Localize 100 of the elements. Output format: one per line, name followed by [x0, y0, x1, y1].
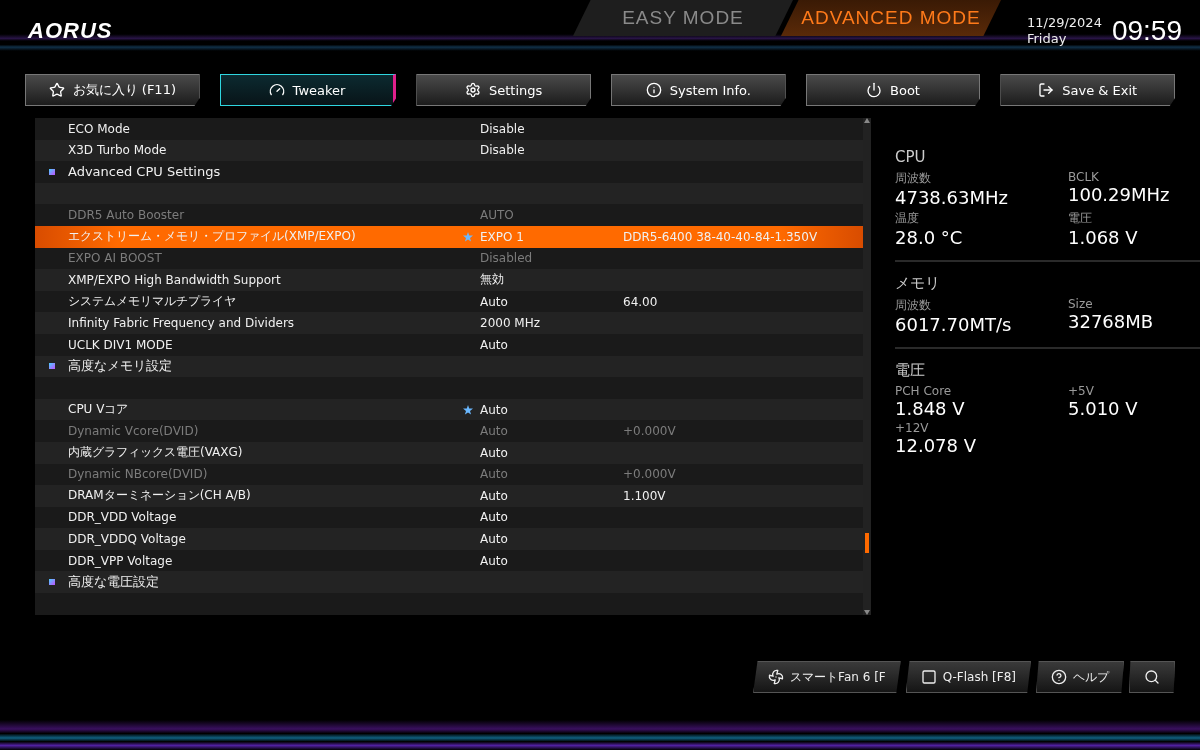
tool-button[interactable]: ヘルプ: [1036, 661, 1124, 693]
power-icon: [866, 82, 883, 98]
setting-row[interactable]: DDR_VDD Voltage Auto: [35, 506, 863, 529]
monitor-title: 電圧: [895, 361, 926, 380]
monitor-value: 1.848 V: [895, 398, 966, 419]
monitor-value: 5.010 V: [1068, 398, 1139, 419]
scroll-down-icon[interactable]: [864, 610, 870, 615]
setting-name: DRAMターミネーション(CH A/B): [68, 487, 252, 505]
date-text: 11/29/2024: [1027, 15, 1102, 31]
search-icon: [1144, 669, 1160, 685]
setting-info: +0.000V: [623, 467, 677, 482]
setting-value: Disable: [480, 121, 526, 136]
scroll-thumb[interactable]: [865, 533, 869, 553]
setting-name: 内蔵グラフィックス電圧(VAXG): [68, 444, 244, 462]
setting-row[interactable]: UCLK DIV1 MODE Auto: [35, 333, 863, 356]
tool-button[interactable]: Q-Flash [F8]: [905, 661, 1031, 693]
setting-value: EXPO 1: [480, 229, 525, 244]
nav-tab[interactable]: System Info.: [611, 74, 786, 106]
tool-button[interactable]: [1129, 661, 1175, 693]
gauge-icon: [268, 82, 285, 98]
star-icon: [48, 82, 65, 98]
setting-name: Dynamic Vcore(DVID): [68, 424, 200, 439]
square-icon: [920, 669, 937, 685]
monitor-label: 周波数: [895, 170, 932, 187]
nav-tab[interactable]: Boot: [805, 74, 981, 106]
setting-value: 無効: [480, 271, 505, 289]
monitor-value: 4738.63MHz: [895, 187, 1009, 208]
setting-value: Auto: [480, 445, 509, 460]
setting-row[interactable]: CPU Vコア Auto: [35, 398, 863, 421]
setting-name: DDR_VPP Voltage: [68, 553, 174, 568]
setting-name: システムメモリマルチプライヤ: [68, 293, 237, 311]
monitor-label: 電圧: [1068, 210, 1093, 227]
setting-row[interactable]: DRAMターミネーション(CH A/B) Auto 1.100V: [35, 485, 863, 507]
tool-button[interactable]: スマートFan 6 [F: [753, 661, 901, 693]
scroll-up-icon[interactable]: [864, 118, 870, 123]
setting-name: Infinity Fabric Frequency and Dividers: [68, 316, 296, 331]
setting-value: Auto: [480, 510, 509, 525]
setting-name: DDR5 Auto Booster: [68, 208, 186, 223]
nav-tab[interactable]: Settings: [416, 74, 591, 106]
setting-row[interactable]: ECO Mode Disable: [35, 118, 863, 140]
setting-row[interactable]: DDR_VPP Voltage Auto: [35, 549, 863, 572]
monitor-label: 周波数: [895, 297, 932, 314]
setting-value: Auto: [480, 532, 509, 547]
setting-name: CPU Vコア: [68, 401, 130, 418]
monitor-label: +12V: [895, 421, 930, 435]
setting-row[interactable]: 内蔵グラフィックス電圧(VAXG) Auto: [35, 441, 863, 464]
nav-tab[interactable]: Save & Exit: [1000, 74, 1176, 106]
setting-row[interactable]: X3D Turbo Mode Disable: [35, 139, 863, 162]
bullet-icon: [48, 363, 55, 370]
monitor-label: Size: [1068, 297, 1094, 311]
monitor-value: 6017.70MT/s: [895, 314, 1013, 335]
nav-tab[interactable]: Tweaker: [219, 74, 397, 106]
setting-name: XMP/EXPO High Bandwidth Support: [68, 272, 282, 287]
settings-icon: [465, 82, 481, 98]
monitor-value: 1.068 V: [1068, 227, 1139, 248]
monitor-label: 温度: [895, 210, 920, 227]
monitor-value: 100.29MHz: [1068, 184, 1171, 205]
mode-tab[interactable]: EASY MODE: [573, 0, 793, 36]
setting-value: Auto: [480, 553, 509, 568]
monitor-label: BCLK: [1068, 170, 1100, 184]
setting-value: Disabled: [480, 251, 534, 266]
fan-icon: [768, 669, 785, 685]
submenu-label: Advanced CPU Settings: [68, 164, 222, 180]
monitor-value: 28.0 °C: [895, 227, 964, 248]
submenu-label: 高度な電圧設定: [68, 573, 160, 592]
setting-row[interactable]: XMP/EXPO High Bandwidth Support 無効: [35, 269, 863, 291]
setting-name: エクストリーム・メモリ・プロファイル(XMP/EXPO): [68, 228, 357, 246]
setting-value: AUTO: [480, 208, 515, 223]
help-icon: [1051, 669, 1067, 685]
setting-info: 64.00: [623, 294, 659, 309]
monitor-title: メモリ: [895, 274, 941, 293]
setting-row[interactable]: DDR_VDDQ Voltage Auto: [35, 528, 863, 550]
submenu-row[interactable]: 高度なメモリ設定: [35, 355, 863, 378]
setting-value: Auto: [480, 294, 509, 309]
setting-value: Auto: [480, 337, 509, 352]
submenu-row[interactable]: 高度な電圧設定: [35, 571, 863, 594]
scrollbar[interactable]: [863, 118, 871, 615]
nav-tab[interactable]: お気に入り (F11): [25, 74, 200, 106]
mode-tab[interactable]: ADVANCED MODE: [781, 0, 1001, 36]
bullet-icon: [48, 579, 55, 586]
setting-value: Auto: [480, 488, 509, 503]
info-icon: [645, 82, 662, 98]
monitor-title: CPU: [895, 148, 927, 166]
setting-row[interactable]: システムメモリマルチプライヤ Auto 64.00: [35, 290, 863, 313]
setting-info: 1.100V: [623, 488, 667, 503]
bullet-icon: [48, 169, 55, 175]
setting-value: 2000 MHz: [480, 316, 542, 331]
monitor-value: 12.078 V: [895, 435, 978, 456]
setting-info: DDR5-6400 38-40-40-84-1.350V: [623, 229, 819, 244]
submenu-label: 高度なメモリ設定: [68, 357, 173, 376]
setting-value: Auto: [480, 467, 509, 482]
day-text: Friday: [1027, 31, 1068, 47]
setting-value: Auto: [480, 424, 509, 439]
exit-icon: [1038, 82, 1055, 98]
setting-name: X3D Turbo Mode: [68, 143, 168, 158]
setting-value: Disable: [480, 143, 526, 158]
logo: AORUS: [28, 18, 114, 44]
time-text: 09:59: [1111, 15, 1182, 47]
setting-row[interactable]: Infinity Fabric Frequency and Dividers 2000 MHz: [35, 312, 863, 334]
monitor-label: PCH Core: [895, 384, 953, 398]
